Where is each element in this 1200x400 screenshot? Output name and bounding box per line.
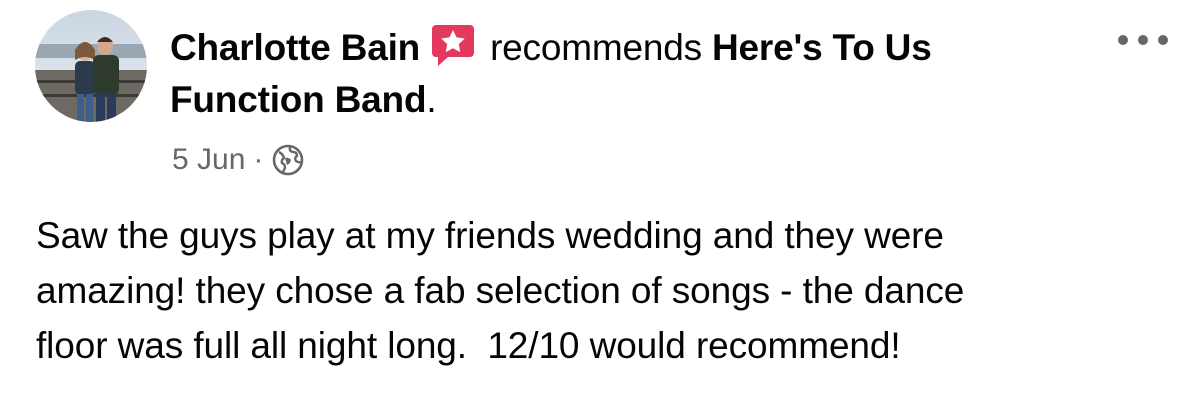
author-avatar[interactable] <box>35 10 147 122</box>
author-name[interactable]: Charlotte Bain <box>170 27 420 68</box>
post-text-line: floor was full all night long. 12/10 wou… <box>36 325 901 366</box>
post-body: Saw the guys play at my friends wedding … <box>36 208 1166 373</box>
post-date[interactable]: 5 Jun <box>172 143 245 177</box>
recommends-text: recommends <box>490 27 702 68</box>
recommendation-star-icon <box>430 23 476 67</box>
page-name-period: . <box>426 79 437 120</box>
recommendation-post: Charlotte Bain recommends Here's To Us F… <box>0 0 1200 400</box>
post-meta: 5 Jun · <box>172 140 305 180</box>
avatar-photo <box>35 10 147 122</box>
post-header: Charlotte Bain recommends Here's To Us F… <box>170 22 1090 126</box>
post-text-line: amazing! they chose a fab selection of s… <box>36 270 965 311</box>
more-options-icon[interactable] <box>1115 28 1171 52</box>
post-text-line: Saw the guys play at my friends wedding … <box>36 215 944 256</box>
globe-icon[interactable] <box>271 143 305 177</box>
meta-separator: · <box>253 143 264 176</box>
